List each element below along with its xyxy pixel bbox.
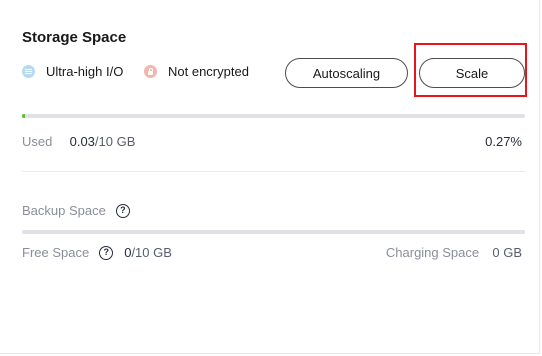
used-row: Used 0.03/10 GB	[22, 134, 135, 149]
backup-storage-progress-bar	[22, 230, 525, 234]
charging-space-label: Charging Space	[385, 245, 480, 260]
used-storage-progress-fill	[22, 114, 25, 118]
autoscaling-button[interactable]: Autoscaling	[285, 58, 408, 88]
io-type-tag: Ultra-high I/O	[22, 64, 123, 79]
free-space-label: Free Space	[22, 245, 90, 260]
help-circle-icon[interactable]: ?	[99, 245, 114, 260]
storage-space-title: Storage Space	[22, 29, 127, 46]
encryption-tag: Not encrypted	[144, 64, 249, 79]
backup-space-label: Backup Space	[22, 203, 106, 218]
scale-button[interactable]: Scale	[419, 58, 525, 88]
io-type-label: Ultra-high I/O	[46, 64, 124, 79]
section-divider	[22, 171, 525, 172]
encryption-label: Not encrypted	[168, 64, 249, 79]
charging-space-value: 0 GB	[492, 245, 522, 260]
free-space-value: 0	[124, 245, 132, 260]
used-total: /10 GB	[94, 134, 136, 149]
used-label: Used	[22, 134, 53, 149]
charging-space-row: Charging Space 0 GB	[386, 245, 522, 260]
used-percent: 0.27%	[485, 134, 522, 149]
storage-card: Storage Space Ultra-high I/O Not encrypt…	[0, 0, 540, 354]
free-space-row: Free Space ? 0/10 GB	[22, 245, 172, 260]
used-storage-progress-bar	[22, 114, 525, 118]
free-space-total: /10 GB	[131, 245, 172, 260]
ultra-high-io-icon	[22, 65, 35, 78]
help-circle-icon[interactable]: ?	[115, 203, 130, 218]
used-value: 0.03	[69, 134, 95, 149]
backup-space-header: Backup Space ?	[22, 203, 130, 218]
lock-icon	[144, 65, 157, 78]
